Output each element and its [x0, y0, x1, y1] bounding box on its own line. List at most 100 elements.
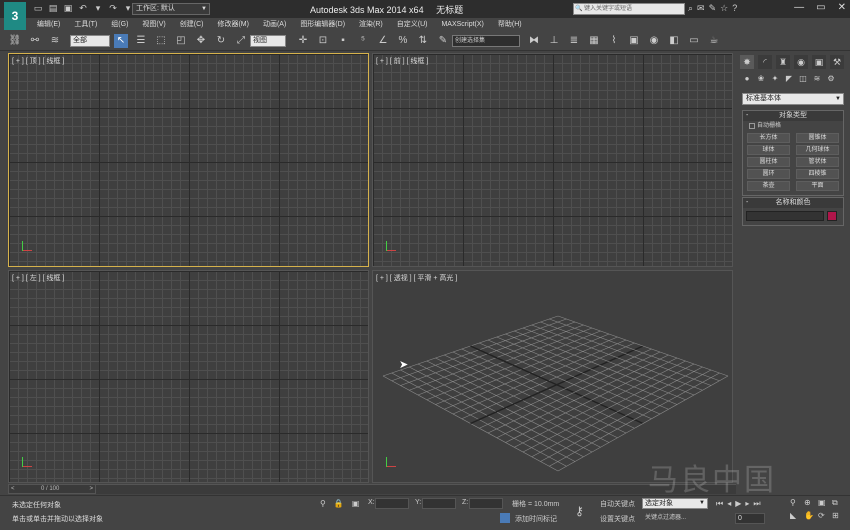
menu-group[interactable]: 组(G) — [104, 18, 135, 31]
zoom-icon[interactable]: ⚲ — [790, 498, 802, 508]
pan-icon[interactable]: ✋ — [804, 511, 816, 520]
rendered-frame-window-icon[interactable]: ▭ — [687, 34, 701, 48]
open-file-icon[interactable]: ▤ — [47, 3, 59, 14]
viewport-top[interactable]: [ + ] [ 顶 ] [ 线框 ] — [8, 53, 369, 267]
shapes-icon[interactable]: ❀ — [756, 74, 766, 84]
curve-editor-icon[interactable]: ⌇ — [607, 34, 621, 48]
minimize-icon[interactable]: — — [794, 2, 804, 13]
favorites-star-icon[interactable]: ☆ — [720, 3, 728, 14]
app-logo[interactable]: 3 — [4, 2, 26, 30]
track-bar[interactable] — [96, 484, 736, 494]
cylinder-button[interactable]: 圆柱体 — [747, 157, 790, 167]
select-and-move-icon[interactable]: ✥ — [194, 34, 208, 48]
close-icon[interactable]: ✕ — [838, 2, 846, 13]
reference-coordinate-select[interactable]: 视图 — [250, 35, 286, 47]
zoom-extents-all-icon[interactable]: ⧉ — [832, 498, 844, 508]
checkbox-icon[interactable] — [749, 123, 755, 129]
add-time-tag-icon[interactable] — [500, 513, 510, 523]
undo-dropdown-icon[interactable]: ▾ — [92, 3, 104, 14]
object-color-swatch[interactable] — [827, 211, 837, 221]
systems-icon[interactable]: ⚙ — [826, 74, 836, 84]
menu-views[interactable]: 视图(V) — [135, 18, 172, 31]
rectangular-selection-icon[interactable]: ⬚ — [154, 34, 168, 48]
previous-frame-icon[interactable]: ◂ — [727, 499, 731, 509]
pin-icon[interactable]: ⚲ — [320, 499, 326, 508]
hierarchy-tab-icon[interactable]: ♜ — [776, 55, 790, 69]
field-of-view-icon[interactable]: ◣ — [790, 511, 802, 520]
pyramid-button[interactable]: 四棱锥 — [796, 169, 839, 179]
play-icon[interactable]: ▶ — [735, 499, 741, 509]
maximize-viewport-icon[interactable]: ⊞ — [832, 511, 844, 520]
key-filter-select[interactable]: 选定对象 ▼ — [642, 498, 708, 509]
edit-named-selection-icon[interactable]: ✎ — [436, 34, 450, 48]
communication-center-icon[interactable]: ✉ — [697, 3, 705, 14]
window-crossing-icon[interactable]: ◰ — [174, 34, 188, 48]
select-and-scale-icon[interactable]: ⤢ — [234, 34, 248, 48]
viewport-label[interactable]: [ + ] [ 前 ] [ 线框 ] — [376, 56, 428, 66]
object-name-field[interactable] — [746, 211, 824, 221]
menu-modifiers[interactable]: 修改器(M) — [210, 18, 256, 31]
menu-graph-editors[interactable]: 图形编辑器(D) — [293, 18, 352, 31]
lights-icon[interactable]: ✦ — [770, 74, 780, 84]
unlink-icon[interactable]: ⚯ — [28, 34, 42, 48]
named-selection-sets-select[interactable]: 创建选择集 — [452, 35, 520, 47]
schematic-view-icon[interactable]: ▣ — [627, 34, 641, 48]
motion-tab-icon[interactable]: ◉ — [794, 55, 808, 69]
spinner-snap-icon[interactable]: ⇅ — [416, 34, 430, 48]
orbit-icon[interactable]: ⟳ — [818, 511, 830, 520]
menu-maxscript[interactable]: MAXScript(X) — [434, 18, 490, 31]
workspace-select[interactable]: 工作区: 默认 ▼ — [132, 3, 210, 15]
y-coordinate-field[interactable] — [422, 498, 456, 509]
viewport-label[interactable]: [ + ] [ 左 ] [ 线框 ] — [12, 273, 64, 283]
utilities-tab-icon[interactable]: ⚒ — [830, 55, 844, 69]
tube-button[interactable]: 管状体 — [796, 157, 839, 167]
viewport-perspective[interactable]: [ + ] [ 透视 ] [ 平滑 + 高光 ] — [372, 270, 733, 483]
pivot-center-icon[interactable]: ✛ — [296, 34, 310, 48]
space-warps-icon[interactable]: ≋ — [812, 74, 822, 84]
align-icon[interactable]: ⊥ — [547, 34, 561, 48]
sphere-button[interactable]: 球体 — [747, 145, 790, 155]
go-to-end-icon[interactable]: ⏭ — [753, 499, 760, 509]
menu-create[interactable]: 创建(C) — [173, 18, 211, 31]
menu-customize[interactable]: 自定义(U) — [390, 18, 435, 31]
snaps-toggle-icon[interactable]: ⁵ — [356, 34, 370, 48]
layer-manager-icon[interactable]: ≣ — [567, 34, 581, 48]
display-tab-icon[interactable]: ▣ — [812, 55, 826, 69]
menu-tools[interactable]: 工具(T) — [67, 18, 104, 31]
rollout-header[interactable]: - 对象类型 — [743, 111, 843, 121]
cameras-icon[interactable]: ◤ — [784, 74, 794, 84]
z-coordinate-field[interactable] — [469, 498, 503, 509]
menu-edit[interactable]: 编辑(E) — [30, 18, 67, 31]
manipulate-icon[interactable]: ⊡ — [316, 34, 330, 48]
select-by-name-icon[interactable]: ☰ — [134, 34, 148, 48]
redo-icon[interactable]: ↷ — [107, 3, 119, 14]
binoculars-icon[interactable]: ⌕ — [688, 3, 693, 14]
autogrid-checkbox[interactable]: 自动栅格 — [743, 121, 843, 131]
mirror-icon[interactable]: ⧓ — [527, 34, 541, 48]
zoom-extents-icon[interactable]: ▣ — [818, 498, 830, 508]
render-setup-icon[interactable]: ◧ — [667, 34, 681, 48]
maximize-icon[interactable]: ▭ — [816, 2, 825, 13]
geometry-icon[interactable]: ● — [742, 74, 752, 84]
help-icon[interactable]: ? — [732, 3, 737, 14]
material-editor-icon[interactable]: ◉ — [647, 34, 661, 48]
help-search-input[interactable]: 键入关键字或短语 — [573, 3, 685, 15]
menu-rendering[interactable]: 渲染(R) — [352, 18, 390, 31]
select-and-link-icon[interactable]: ⛓ — [8, 34, 22, 48]
set-key-icon[interactable]: ⚷ — [575, 504, 584, 518]
go-to-start-icon[interactable]: ⏮ — [716, 499, 723, 509]
absolute-mode-icon[interactable]: ▣ — [352, 499, 360, 508]
box-button[interactable]: 长方体 — [747, 133, 790, 143]
zoom-all-icon[interactable]: ⊕ — [804, 498, 816, 508]
menu-help[interactable]: 帮助(H) — [491, 18, 529, 31]
modify-tab-icon[interactable]: ◜ — [758, 55, 772, 69]
percent-snap-icon[interactable]: % — [396, 34, 410, 48]
selection-filter-select[interactable]: 全部 — [70, 35, 110, 47]
render-production-icon[interactable]: ☕ — [707, 34, 721, 48]
auto-key-button[interactable]: 自动关键点 — [600, 499, 635, 509]
helpers-icon[interactable]: ◫ — [798, 74, 808, 84]
next-frame-icon[interactable]: ▸ — [745, 499, 749, 509]
object-category-select[interactable]: 标准基本体 ▼ — [742, 93, 844, 105]
angle-snap-icon[interactable]: ∠ — [376, 34, 390, 48]
keyboard-shortcut-override-icon[interactable]: ▪ — [336, 34, 350, 48]
